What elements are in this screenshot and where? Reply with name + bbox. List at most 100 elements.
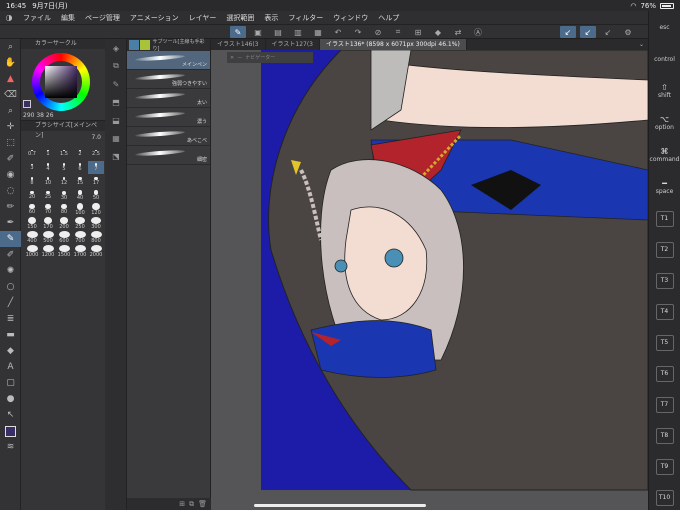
brush-item[interactable]: 細密 [127,146,210,165]
brush-size-option[interactable]: 60 [24,203,40,216]
subtool-tab-marker[interactable] [139,40,150,50]
brush-size-option[interactable]: 30 [56,189,72,202]
subtool-tab-pen[interactable] [129,40,139,50]
brush-item[interactable]: メインペン [127,51,210,70]
bucket-icon[interactable]: ◆ [430,26,446,38]
menu-selection[interactable]: 選択範囲 [221,13,259,23]
shortcut-key[interactable]: T9 [655,458,674,475]
redo-icon[interactable]: ↷ [350,26,366,38]
blend-icon[interactable]: ╱ [0,295,21,311]
vector-icon[interactable]: ↙ [600,26,616,38]
chevron-down-icon[interactable]: ⌄ [639,41,648,48]
stabilize-icon[interactable]: ↙ [560,26,576,38]
add-icon[interactable]: ⊞ [179,500,185,508]
flip-icon[interactable]: ⇄ [450,26,466,38]
shortcut-key[interactable]: T4 [655,303,674,320]
menu-help[interactable]: ヘルプ [373,13,404,23]
brush-size-option[interactable]: 300 [88,217,104,230]
modifier-key-control[interactable]: control [652,43,678,75]
modifier-key-esc[interactable]: esc [652,11,678,43]
modifier-key-space[interactable]: ━ space [652,171,678,203]
brush-item[interactable]: 太い [127,89,210,108]
brush-item[interactable]: 濃う [127,108,210,127]
operation-icon[interactable]: ▲ [0,71,21,87]
brush-size-option[interactable]: 200 [56,217,72,230]
frame-icon[interactable]: ▢ [0,375,21,391]
brush-size-option[interactable]: 1500 [56,245,72,258]
grid-icon[interactable]: ▦ [105,129,127,147]
brush-size-option[interactable]: 120 [88,203,104,216]
shape-icon[interactable]: ⬓ [105,111,127,129]
brush-size-option[interactable]: 400 [24,231,40,244]
shortcut-key[interactable]: T10 [655,489,674,506]
brush-size-option[interactable]: 15 [72,175,88,188]
menu-view[interactable]: 表示 [259,13,283,23]
close-icon[interactable]: ✕ [230,55,234,61]
marker-icon[interactable]: ✒ [0,215,21,231]
brush-size-option[interactable]: 1700 [72,245,88,258]
artwork[interactable] [211,50,648,510]
doc-tab-1[interactable]: イラスト146(3 [211,39,266,50]
undo-icon[interactable]: ↶ [330,26,346,38]
brush-size-option[interactable]: 2.5 [88,147,104,160]
brush-size-option[interactable]: 150 [24,217,40,230]
pen-icon[interactable]: ✎ [0,231,21,247]
brush-item[interactable]: あべこべ [127,127,210,146]
selection-icon[interactable]: ⬚ [0,135,21,151]
airbrush-icon[interactable]: ✺ [0,263,21,279]
shortcut-key[interactable]: T1 [655,210,674,227]
duplicate-icon[interactable]: ⧉ [189,500,194,509]
brush-size-option[interactable]: 170 [40,217,56,230]
brush-size-option[interactable]: 1200 [40,245,56,258]
text-icon[interactable]: Ⓐ [470,26,486,38]
search-icon[interactable]: ⌕ [0,103,21,119]
settings-icon[interactable]: ⚙ [620,26,636,38]
save-icon[interactable]: ▣ [250,26,266,38]
main-color-icon[interactable] [0,423,21,439]
trash-icon[interactable]: 🗑 [198,500,207,508]
move-layer-icon[interactable]: ✛ [0,119,21,135]
brush-size-option[interactable]: 500 [40,231,56,244]
brush-size-option[interactable]: 12 [56,175,72,188]
layer-icon[interactable]: ⊞ [410,26,426,38]
pen-pressure-icon[interactable]: ↙ [580,26,596,38]
brush-size-option[interactable]: 2 [72,147,88,160]
modifier-key-option[interactable]: ⌥ option [652,107,678,139]
brush-size-option[interactable]: 250 [72,217,88,230]
menu-file[interactable]: ファイル [18,13,56,23]
brush-size-option[interactable]: 3 [24,161,40,174]
modifier-key-shift[interactable]: ⇧ shift [652,75,678,107]
ruler-icon[interactable]: ≣ [0,311,21,327]
crop-icon[interactable]: ⌗ [390,26,406,38]
brush-size-option[interactable]: 800 [88,231,104,244]
bucket-tool-icon[interactable]: ◆ [0,343,21,359]
minimize-icon[interactable]: — [237,55,242,61]
lasso-icon[interactable]: ◌ [0,183,21,199]
export-icon[interactable]: ▤ [270,26,286,38]
circle-tool-icon[interactable]: ○ [0,279,21,295]
layers-icon[interactable]: ◈ [105,39,127,57]
fill-tool-icon[interactable]: ◉ [0,167,21,183]
brush-size-option[interactable]: 1.5 [56,147,72,160]
current-color-swatch[interactable] [23,100,31,108]
frame-panel-icon[interactable]: ⬔ [105,147,127,165]
brush-size-option[interactable]: 5 [56,161,72,174]
shortcut-key[interactable]: T5 [655,334,674,351]
copy-icon[interactable]: ⧉ [105,57,127,75]
menu-page[interactable]: ページ管理 [80,13,125,23]
brush-size-option[interactable]: 8 [24,175,40,188]
deselect-icon[interactable]: ⊘ [370,26,386,38]
menu-window[interactable]: ウィンドウ [328,13,373,23]
app-logo-icon[interactable]: ◑ [0,13,18,22]
brush-size-option[interactable]: 600 [56,231,72,244]
eyedropper-icon[interactable]: ✐ [0,151,21,167]
brush-size-value[interactable]: 7.0 [21,134,105,141]
brush-size-option[interactable]: 0.7 [24,147,40,160]
brush-size-option[interactable]: 2000 [88,245,104,258]
transform-icon[interactable]: ✎ [230,26,246,38]
object-icon[interactable]: ● [0,391,21,407]
canvas-area[interactable]: ✕ — ナビゲーター [211,50,648,510]
brush-size-option[interactable]: 50 [88,189,104,202]
pencil-icon[interactable]: ✏ [0,199,21,215]
page-icon[interactable]: ▥ [290,26,306,38]
